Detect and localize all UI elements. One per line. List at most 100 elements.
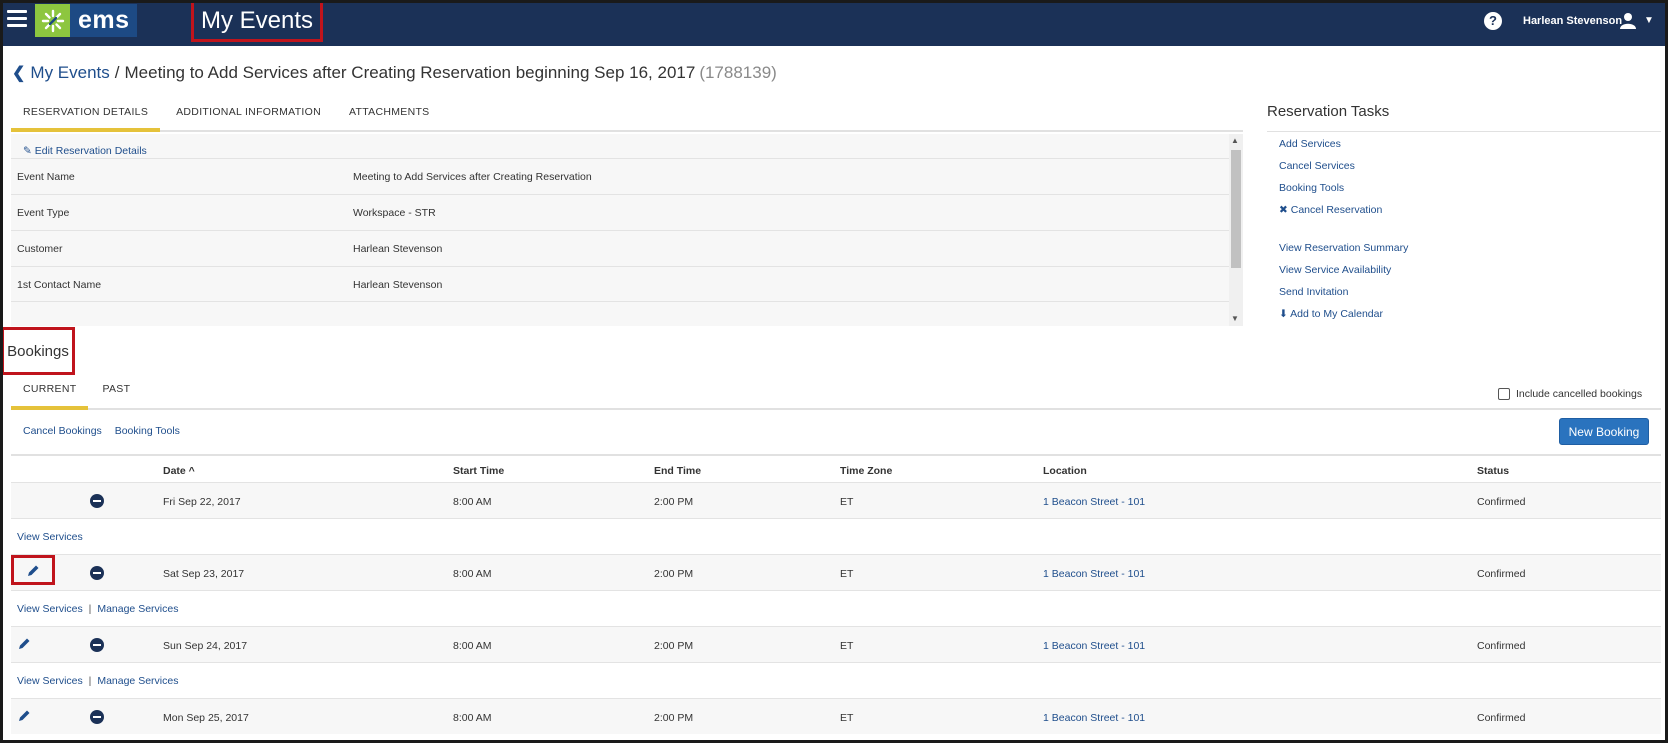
include-cancelled-checkbox[interactable]: Include cancelled bookings xyxy=(1498,388,1642,400)
page-title: My Events xyxy=(191,0,323,42)
booking-time-zone: ET xyxy=(840,496,854,508)
services-row: View Services | Manage Services xyxy=(11,662,1661,698)
user-avatar-icon[interactable] xyxy=(1620,12,1636,34)
detail-row-customer: Customer Harlean Stevenson xyxy=(11,230,1229,266)
booking-date: Sat Sep 23, 2017 xyxy=(163,568,245,580)
close-icon: ✖ xyxy=(1279,204,1288,216)
booking-location-link[interactable]: 1 Beacon Street - 101 xyxy=(1043,712,1145,724)
column-header-location[interactable]: Location xyxy=(1043,465,1087,477)
task-send-invitation[interactable]: Send Invitation xyxy=(1279,286,1348,298)
reservation-id: (1788139) xyxy=(699,63,777,82)
bookings-table-header: Date ^ Start Time End Time Time Zone Loc… xyxy=(11,454,1661,482)
cancel-booking-minus-icon[interactable] xyxy=(90,566,104,580)
cancel-booking-minus-icon[interactable] xyxy=(90,494,104,508)
task-add-services[interactable]: Add Services xyxy=(1279,138,1341,150)
booking-end-time: 2:00 PM xyxy=(654,568,694,580)
services-row: View Services | Manage Services xyxy=(11,590,1661,626)
scroll-up-arrow-icon[interactable]: ▲ xyxy=(1231,136,1239,145)
booking-location-link[interactable]: 1 Beacon Street - 101 xyxy=(1043,640,1145,652)
task-cancel-reservation-label: Cancel Reservation xyxy=(1290,204,1383,216)
booking-end-time: 2:00 PM xyxy=(654,712,694,724)
logo-text: ems xyxy=(78,6,130,34)
booking-actions: Cancel Bookings Booking Tools xyxy=(23,425,190,437)
edit-reservation-details-link[interactable]: ✎ Edit Reservation Details xyxy=(23,145,147,157)
task-add-to-calendar[interactable]: ⬇ Add to My Calendar xyxy=(1279,308,1383,320)
task-booking-tools[interactable]: Booking Tools xyxy=(1279,182,1344,194)
edit-booking-pencil-icon[interactable] xyxy=(18,637,31,653)
column-header-start-time[interactable]: Start Time xyxy=(453,465,504,477)
user-name[interactable]: Harlean Stevenson xyxy=(1523,15,1622,27)
column-header-end-time[interactable]: End Time xyxy=(654,465,701,477)
detail-label: Event Type xyxy=(17,207,70,219)
chevron-down-icon[interactable]: ▼ xyxy=(1644,15,1654,26)
task-cancel-services[interactable]: Cancel Services xyxy=(1279,160,1355,172)
booking-status: Confirmed xyxy=(1477,640,1526,652)
cancel-bookings-link[interactable]: Cancel Bookings xyxy=(23,425,102,437)
top-nav-bar: ems My Events ? Harlean Stevenson ▼ xyxy=(0,0,1668,46)
reservation-tasks-title: Reservation Tasks xyxy=(1267,103,1390,120)
breadcrumb-my-events-link[interactable]: My Events xyxy=(30,63,109,83)
bookings-title: Bookings xyxy=(1,327,75,375)
tab-attachments[interactable]: ATTACHMENTS xyxy=(337,100,442,132)
detail-label: 1st Contact Name xyxy=(17,279,102,291)
details-scrollbar[interactable]: ▲ ▼ xyxy=(1229,134,1243,326)
view-services-link[interactable]: View Services xyxy=(17,675,83,687)
tasks-divider xyxy=(1267,131,1661,132)
booking-time-zone: ET xyxy=(840,640,854,652)
edit-booking-pencil-icon[interactable] xyxy=(11,555,55,585)
tab-reservation-details[interactable]: RESERVATION DETAILS xyxy=(11,100,161,132)
booking-location-link[interactable]: 1 Beacon Street - 101 xyxy=(1043,568,1145,580)
edit-booking-pencil-icon[interactable] xyxy=(18,709,31,725)
include-cancelled-label: Include cancelled bookings xyxy=(1516,388,1643,400)
new-booking-button[interactable]: New Booking xyxy=(1559,418,1649,445)
checkbox-box[interactable] xyxy=(1498,388,1510,400)
booking-tools-link[interactable]: Booking Tools xyxy=(115,425,180,437)
reservation-tabs: RESERVATION DETAILS ADDITIONAL INFORMATI… xyxy=(11,100,1243,132)
scrollbar-thumb[interactable] xyxy=(1231,150,1241,268)
detail-row-event-type: Event Type Workspace - STR xyxy=(11,194,1229,230)
tab-current[interactable]: CURRENT xyxy=(11,378,89,410)
view-services-link[interactable]: View Services xyxy=(17,603,83,615)
booking-start-time: 8:00 AM xyxy=(453,640,492,652)
detail-label: Customer xyxy=(17,243,63,255)
detail-row-first-contact: 1st Contact Name Harlean Stevenson xyxy=(11,266,1229,302)
table-row: Fri Sep 22, 2017 8:00 AM 2:00 PM ET 1 Be… xyxy=(11,482,1661,518)
detail-value: Harlean Stevenson xyxy=(353,243,443,255)
detail-label: Event Name xyxy=(17,171,75,183)
tab-additional-information[interactable]: ADDITIONAL INFORMATION xyxy=(164,100,333,132)
cancel-booking-minus-icon[interactable] xyxy=(90,710,104,724)
help-icon[interactable]: ? xyxy=(1484,12,1502,30)
booking-date: Sun Sep 24, 2017 xyxy=(163,640,248,652)
reservation-details-panel: ✎ Edit Reservation Details Event Name Me… xyxy=(11,134,1243,326)
manage-services-link[interactable]: Manage Services xyxy=(97,675,178,687)
detail-row-event-name: Event Name Meeting to Add Services after… xyxy=(11,158,1229,194)
booking-time-zone: ET xyxy=(840,568,854,580)
hamburger-menu-icon[interactable] xyxy=(7,10,27,28)
logo-sunburst-icon xyxy=(35,4,70,37)
services-row: View Services xyxy=(11,518,1661,554)
breadcrumb-event-title: Meeting to Add Services after Creating R… xyxy=(124,63,696,82)
table-row: Sat Sep 23, 2017 8:00 AM 2:00 PM ET 1 Be… xyxy=(11,554,1661,590)
cancel-booking-minus-icon[interactable] xyxy=(90,638,104,652)
scroll-down-arrow-icon[interactable]: ▼ xyxy=(1231,314,1239,323)
task-cancel-reservation[interactable]: ✖ Cancel Reservation xyxy=(1279,204,1382,216)
column-header-date[interactable]: Date ^ xyxy=(163,465,195,477)
booking-start-time: 8:00 AM xyxy=(453,496,492,508)
booking-date: Mon Sep 25, 2017 xyxy=(163,712,249,724)
ems-logo[interactable]: ems xyxy=(35,4,137,37)
edit-reservation-details-label: Edit Reservation Details xyxy=(34,145,147,157)
table-row: Mon Sep 25, 2017 8:00 AM 2:00 PM ET 1 Be… xyxy=(11,698,1661,734)
tab-past[interactable]: PAST xyxy=(90,378,142,410)
detail-value: Workspace - STR xyxy=(353,207,436,219)
detail-value: Harlean Stevenson xyxy=(353,279,443,291)
column-header-time-zone[interactable]: Time Zone xyxy=(840,465,892,477)
task-view-reservation-summary[interactable]: View Reservation Summary xyxy=(1279,242,1408,254)
task-view-service-availability[interactable]: View Service Availability xyxy=(1279,264,1391,276)
booking-location-link[interactable]: 1 Beacon Street - 101 xyxy=(1043,496,1145,508)
manage-services-link[interactable]: Manage Services xyxy=(97,603,178,615)
column-header-status[interactable]: Status xyxy=(1477,465,1509,477)
view-services-link[interactable]: View Services xyxy=(17,531,83,543)
bookings-tabs: CURRENT PAST xyxy=(11,378,1661,410)
services-separator: | xyxy=(88,603,92,615)
chevron-left-icon[interactable]: ❮ xyxy=(12,63,25,83)
